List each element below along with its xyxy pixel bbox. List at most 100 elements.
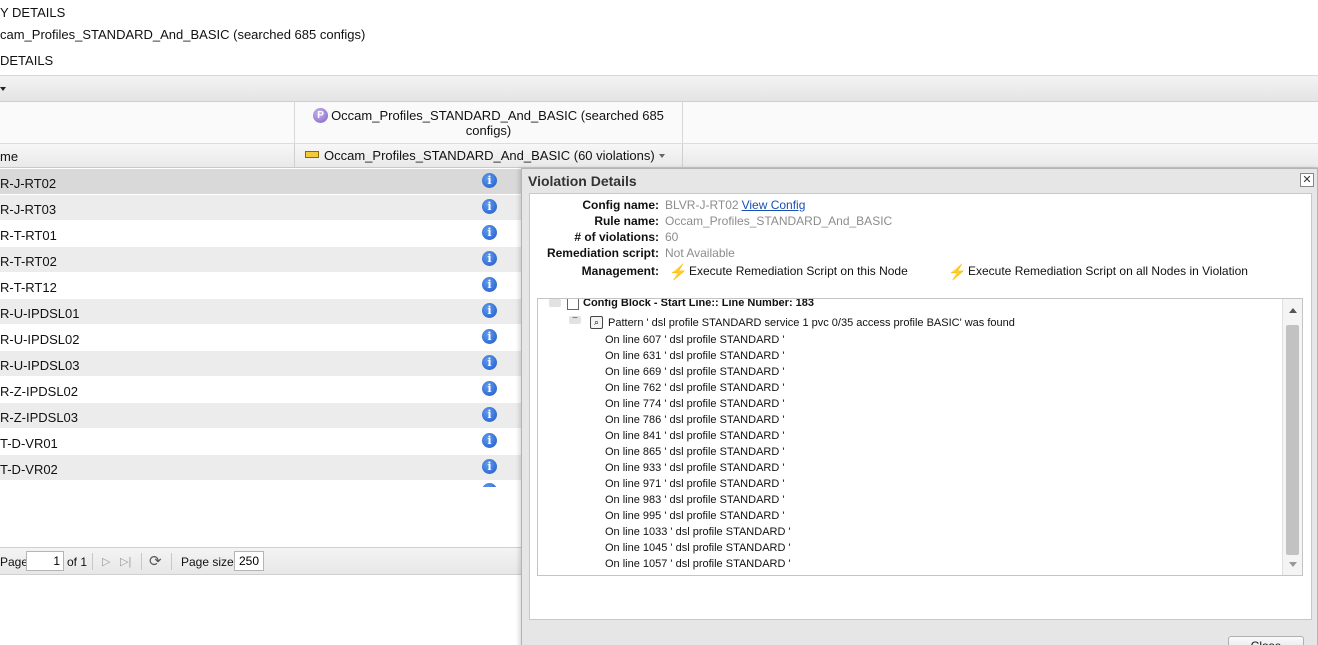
table-row[interactable] xyxy=(0,481,522,487)
remediation-script-value: Not Available xyxy=(665,246,735,260)
management-label: Management: xyxy=(581,264,659,278)
config-block-checkbox[interactable] xyxy=(567,299,579,310)
violation-tree-content: Config Block - Start Line:: Line Number:… xyxy=(538,298,1280,575)
next-page-icon[interactable]: ▷ xyxy=(102,555,110,568)
table-row[interactable]: R-U-IPDSL02 i xyxy=(0,325,522,351)
table-row[interactable]: R-J-RT02 i xyxy=(0,169,522,195)
info-icon[interactable] xyxy=(482,483,497,487)
pattern-found-label: Pattern ' dsl profile STANDARD service 1… xyxy=(608,317,1015,329)
violation-tree: Config Block - Start Line:: Line Number:… xyxy=(537,298,1303,576)
info-icon[interactable]: i xyxy=(482,381,497,396)
dialog-body: Config name: BLVR-J-RT02 View Config Rule… xyxy=(529,193,1312,620)
summary-subtitle: cam_Profiles_STANDARD_And_BASIC (searche… xyxy=(0,27,366,42)
violation-line-item: On line 841 ' dsl profile STANDARD ' xyxy=(605,430,785,442)
info-icon[interactable]: i xyxy=(482,407,497,422)
config-name-cell: R-T-RT12 xyxy=(0,280,57,295)
scroll-up-icon[interactable] xyxy=(1289,308,1297,313)
table-row[interactable]: T-D-VR01 i xyxy=(0,429,522,455)
collapse-toggle-icon[interactable]: − xyxy=(569,314,581,324)
table-row[interactable]: R-T-RT02 i xyxy=(0,247,522,273)
execute-on-all-nodes-label: Execute Remediation Script on all Nodes … xyxy=(968,264,1248,278)
table-row[interactable]: R-Z-IPDSL02 i xyxy=(0,377,522,403)
violation-line-item: On line 786 ' dsl profile STANDARD ' xyxy=(605,414,785,426)
column-header-name[interactable]: me xyxy=(0,149,18,164)
rule-name-value: Occam_Profiles_STANDARD_And_BASIC xyxy=(665,214,893,228)
info-icon[interactable]: i xyxy=(482,251,497,266)
refresh-icon[interactable]: ⟳ xyxy=(149,552,165,570)
config-name-cell: R-U-IPDSL01 xyxy=(0,306,80,321)
column-menu-caret-icon[interactable] xyxy=(658,154,665,158)
violation-details-dialog: Violation Details ✕ Config name: BLVR-J-… xyxy=(521,168,1318,645)
table-row[interactable]: R-U-IPDSL01 i xyxy=(0,299,522,325)
pattern-search-icon: ⌕ xyxy=(590,316,603,329)
table-row[interactable]: R-Z-IPDSL03 i xyxy=(0,403,522,429)
config-name-cell: R-U-IPDSL02 xyxy=(0,332,80,347)
table-row[interactable]: R-T-RT01 i xyxy=(0,221,522,247)
column-header-rule-label: Occam_Profiles_STANDARD_And_BASIC (60 vi… xyxy=(324,148,655,163)
page-size-input[interactable]: 250 xyxy=(234,551,264,571)
ruler-icon xyxy=(305,151,319,158)
config-name-cell: R-J-RT02 xyxy=(0,176,57,191)
grid-column-header: me Occam_Profiles_STANDARD_And_BASIC (60… xyxy=(0,144,1318,168)
table-row[interactable]: T-D-VR02 i xyxy=(0,455,522,481)
info-icon[interactable]: i xyxy=(482,355,497,370)
app-root: Y DETAILS cam_Profiles_STANDARD_And_BASI… xyxy=(0,0,1318,645)
execute-on-node-label: Execute Remediation Script on this Node xyxy=(689,264,908,278)
config-block-label: Config Block - Start Line:: Line Number:… xyxy=(583,298,815,309)
details-title: DETAILS xyxy=(0,53,54,68)
page-number-input[interactable]: 1 xyxy=(26,551,64,571)
info-icon[interactable]: i xyxy=(482,329,497,344)
column-header-rule[interactable]: Occam_Profiles_STANDARD_And_BASIC (60 vi… xyxy=(294,144,683,168)
last-page-icon[interactable]: ▷| xyxy=(120,555,131,568)
config-name-cell: R-Z-IPDSL03 xyxy=(0,410,79,425)
close-button[interactable]: Close xyxy=(1228,636,1304,645)
config-name-cell: R-Z-IPDSL02 xyxy=(0,384,79,399)
info-icon[interactable]: i xyxy=(482,459,497,474)
scrollbar-thumb[interactable] xyxy=(1286,325,1299,555)
scroll-down-icon[interactable] xyxy=(1289,562,1297,567)
paging-toolbar: Page 1 of 1 ▷ ▷| ⟳ Page size 250 xyxy=(0,547,522,575)
tree-scrollbar[interactable] xyxy=(1282,299,1302,575)
violation-line-item: On line 669 ' dsl profile STANDARD ' xyxy=(605,366,785,378)
menu-caret-icon[interactable] xyxy=(0,87,6,91)
execute-on-all-nodes-link[interactable]: ⚡Execute Remediation Script on all Nodes… xyxy=(948,263,1248,281)
config-name-cell: R-T-RT02 xyxy=(0,254,57,269)
info-icon[interactable]: i xyxy=(482,173,497,188)
info-icon[interactable]: i xyxy=(482,225,497,240)
violation-line-item: On line 865 ' dsl profile STANDARD ' xyxy=(605,446,785,458)
collapse-toggle-icon[interactable] xyxy=(549,299,561,307)
page-count-label: of 1 xyxy=(67,555,88,569)
info-icon[interactable]: i xyxy=(482,277,497,292)
table-row[interactable]: R-J-RT03 i xyxy=(0,195,522,221)
config-name-cell: R-J-RT03 xyxy=(0,202,57,217)
config-grid: R-J-RT02 i R-J-RT03 i R-T-RT01 i R-T-RT02 i R-T-… xyxy=(0,169,522,487)
grid-toolbar xyxy=(0,75,1318,102)
table-row[interactable]: R-T-RT12 i xyxy=(0,273,522,299)
dialog-title: Violation Details xyxy=(528,173,637,189)
rule-group-header: P Occam_Profiles_STANDARD_And_BASIC (sear… xyxy=(294,102,683,144)
violation-line-item: On line 774 ' dsl profile STANDARD ' xyxy=(605,398,785,410)
config-name-value: BLVR-J-RT02 View Config xyxy=(665,198,805,212)
info-icon[interactable]: i xyxy=(482,303,497,318)
info-icon[interactable]: i xyxy=(482,199,497,214)
lightning-bolt-icon: ⚡ xyxy=(669,264,688,281)
config-name-cell: R-U-IPDSL03 xyxy=(0,358,80,373)
close-icon[interactable]: ✕ xyxy=(1300,173,1314,187)
table-row[interactable]: R-U-IPDSL03 i xyxy=(0,351,522,377)
page-size-label: Page size xyxy=(181,555,234,569)
rule-name-label: Rule name: xyxy=(594,214,659,228)
violation-line-item: On line 762 ' dsl profile STANDARD ' xyxy=(605,382,785,394)
violation-line-item: On line 1033 ' dsl profile STANDARD ' xyxy=(605,526,791,538)
violation-line-item: On line 933 ' dsl profile STANDARD ' xyxy=(605,462,785,474)
info-icon[interactable]: i xyxy=(482,433,497,448)
config-name-label: Config name: xyxy=(582,198,659,212)
violation-line-item: On line 995 ' dsl profile STANDARD ' xyxy=(605,510,785,522)
violation-line-item: On line 1045 ' dsl profile STANDARD ' xyxy=(605,542,791,554)
toolbar-separator xyxy=(141,553,142,570)
view-config-link[interactable]: View Config xyxy=(742,198,806,212)
config-name-cell: R-T-RT01 xyxy=(0,228,57,243)
summary-title: Y DETAILS xyxy=(0,5,66,20)
execute-on-node-link[interactable]: ⚡Execute Remediation Script on this Node xyxy=(669,263,908,281)
violation-line-item: On line 971 ' dsl profile STANDARD ' xyxy=(605,478,785,490)
violation-line-item: On line 631 ' dsl profile STANDARD ' xyxy=(605,350,785,362)
